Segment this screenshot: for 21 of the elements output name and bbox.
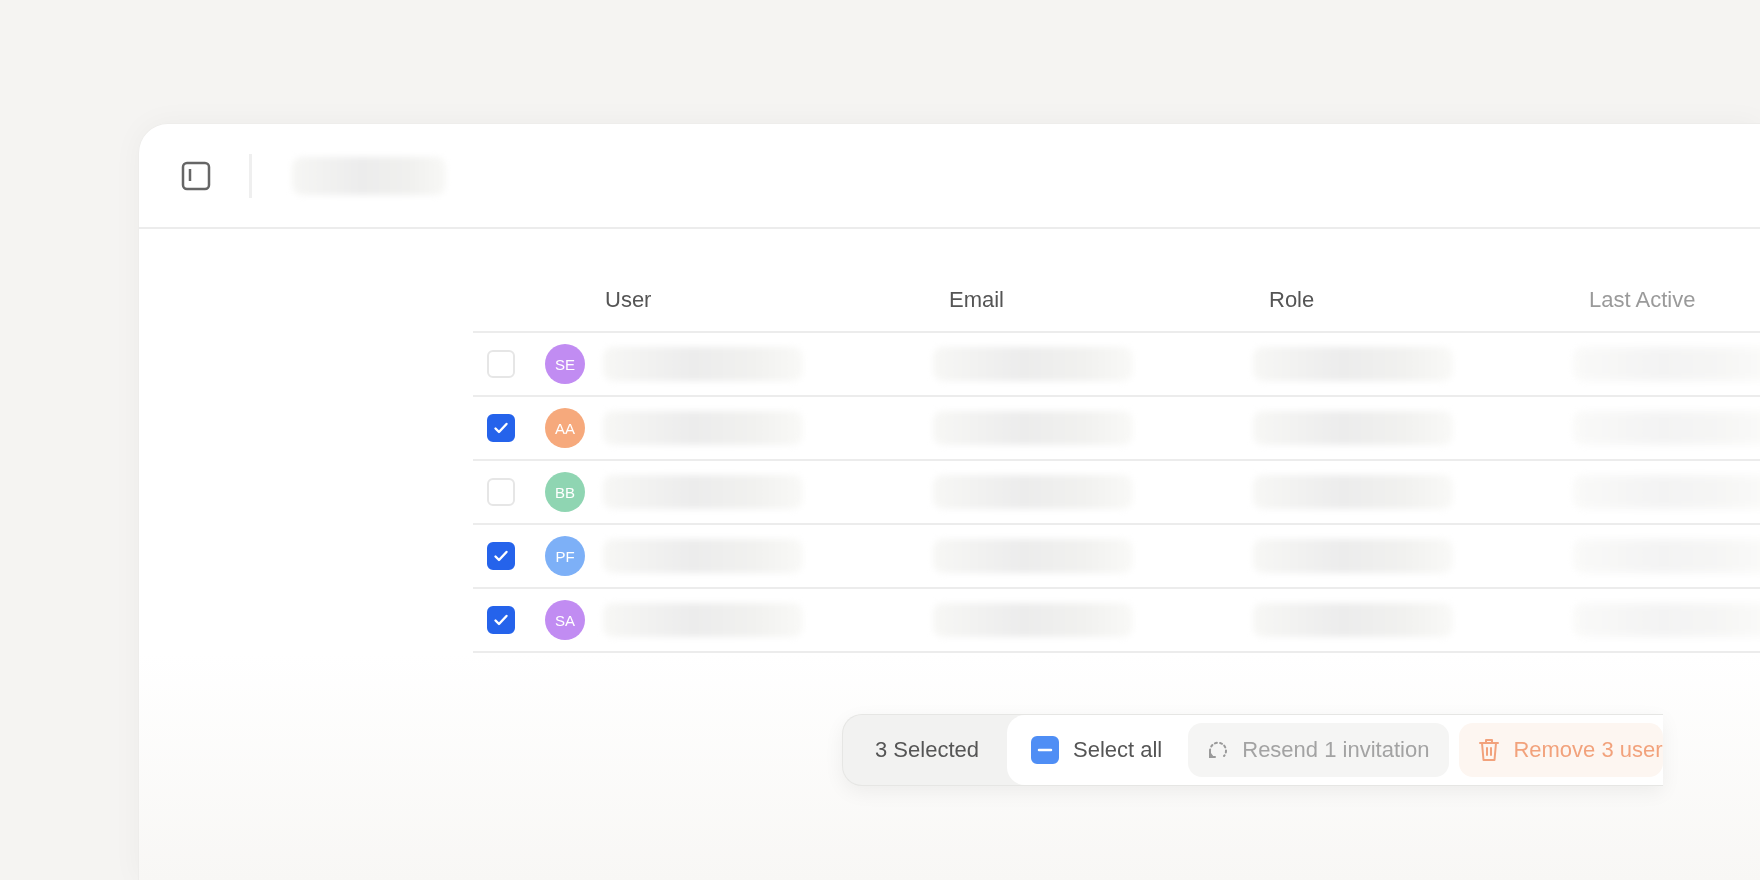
row-checkbox[interactable] [487,542,515,570]
select-all-button[interactable]: Select all [1030,736,1179,764]
user-avatar: BB [545,472,585,512]
remove-users-button[interactable]: Remove 3 user [1459,723,1663,777]
user-avatar: SA [545,600,585,640]
row-checkbox[interactable] [487,606,515,634]
column-header: Email [948,287,1005,313]
sidebar-toggle-icon[interactable] [181,160,211,191]
user-avatar: SE [545,344,585,384]
resend-invitation-button[interactable]: Resend 1 invitation [1188,723,1450,777]
trash-icon [1477,737,1502,763]
checkmark-icon [493,612,509,628]
column-header: Last Active [1588,287,1697,313]
user-avatar: PF [545,536,585,576]
user-avatar: AA [545,408,585,448]
checkmark-icon [493,420,509,436]
column-header: Role [1268,287,1316,313]
selected-count: 3 Selected [875,737,979,763]
row-checkbox[interactable] [487,414,515,442]
checkmark-icon [493,548,509,564]
column-header: User [604,287,653,313]
